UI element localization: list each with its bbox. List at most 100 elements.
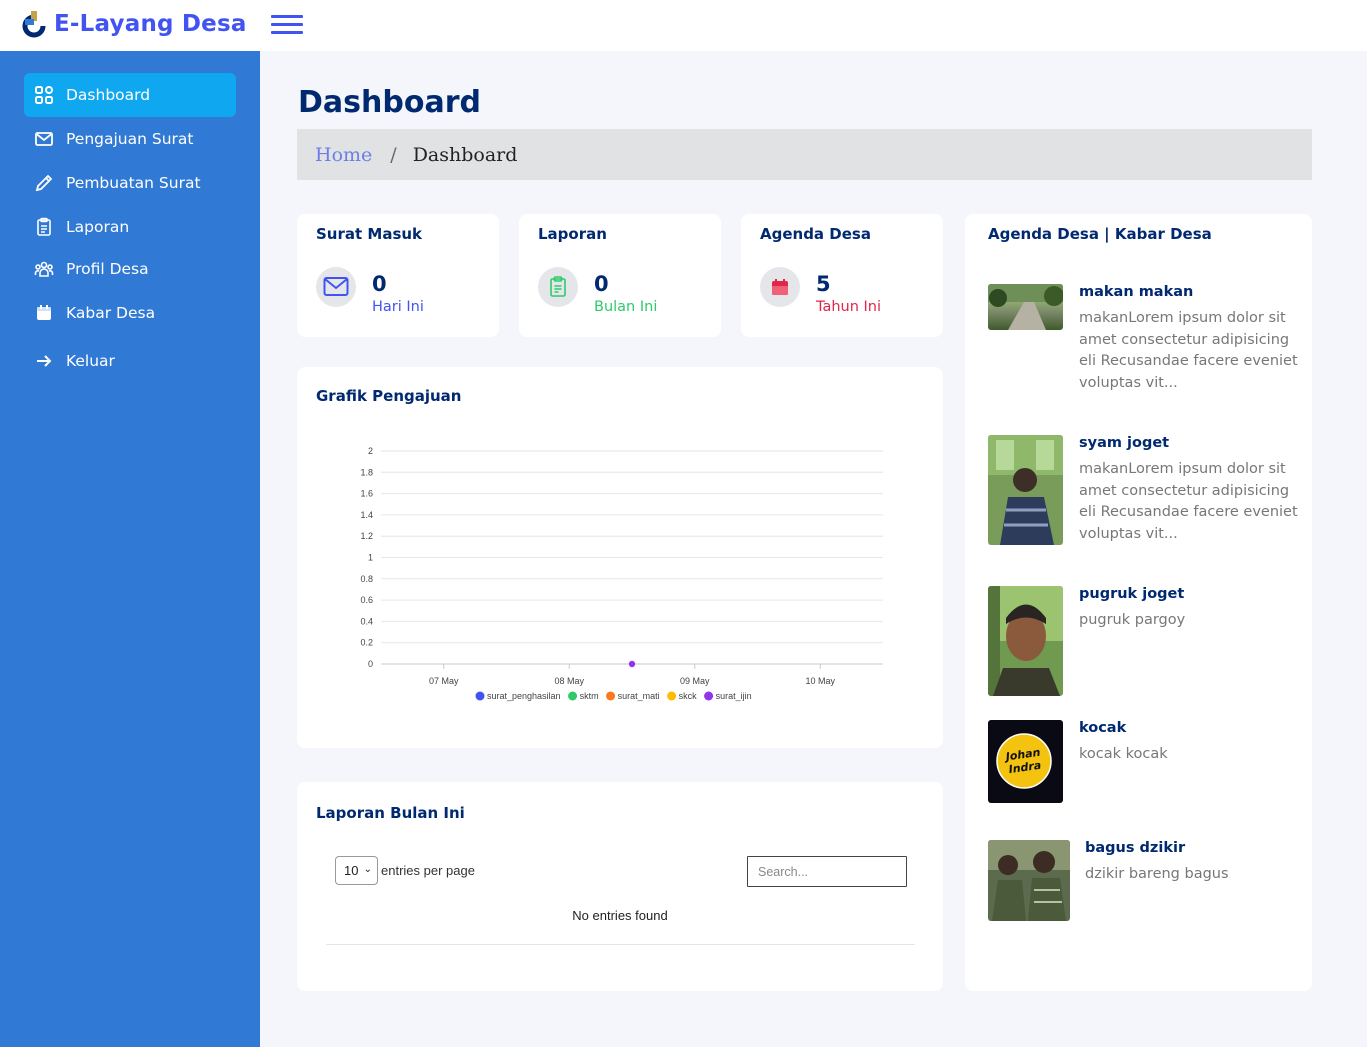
card-title: Agenda Desa | Kabar Desa (988, 225, 1212, 243)
table-card: Laporan Bulan Ini 10 ⌄ entries per page … (297, 782, 943, 991)
sidebar-item-label: Dashboard (66, 86, 151, 104)
news-thumbnail (988, 586, 1063, 696)
y-tick-label: 0.8 (360, 574, 373, 584)
legend-marker-surat_mati (606, 691, 616, 701)
grid-icon (34, 85, 54, 105)
breadcrumb-current: Dashboard (412, 143, 518, 166)
sidebar-item-kabar-desa[interactable]: Kabar Desa (24, 291, 236, 335)
y-tick-label: 1.6 (360, 489, 373, 499)
news-description: kocak kocak (1079, 746, 1168, 762)
arrow-right-icon (34, 351, 54, 371)
stat-card-surat-masuk: Surat Masuk 0 Hari Ini (297, 214, 499, 337)
legend-marker-skck (667, 691, 677, 701)
news-description: dzikir bareng bagus (1085, 866, 1229, 882)
data-point-surat_ijin (628, 660, 636, 668)
news-title: syam joget (1079, 435, 1170, 451)
y-tick-label: 2 (368, 446, 373, 456)
sidebar-item-label: Laporan (66, 218, 130, 236)
legend-label: skck (679, 691, 698, 701)
news-card: Agenda Desa | Kabar Desa makan makan mak… (965, 214, 1312, 991)
news-thumbnail: Johan Indra (988, 720, 1063, 803)
empty-table-message: No entries found (572, 908, 668, 923)
app-title: E-Layang Desa (54, 11, 247, 37)
news-title: bagus dzikir (1085, 840, 1186, 856)
y-tick-label: 0.2 (360, 638, 373, 648)
top-header: E-Layang Desa (0, 0, 1367, 51)
y-tick-label: 1.2 (360, 531, 373, 541)
legend-label: surat_mati (618, 691, 660, 701)
x-tick-label: 10 May (805, 676, 835, 686)
sidebar-item-label: Pembuatan Surat (66, 174, 201, 192)
news-description: makanLorem ipsum dolor sit amet consecte… (1079, 310, 1298, 391)
envelope-icon (34, 129, 54, 149)
table-search-input[interactable] (747, 856, 907, 887)
envelope-icon (316, 267, 356, 307)
news-title: kocak (1079, 720, 1127, 736)
table-divider (326, 944, 915, 945)
chevron-down-icon: ⌄ (363, 864, 372, 875)
breadcrumb-separator: / (390, 143, 397, 166)
y-tick-label: 0.6 (360, 595, 373, 605)
card-title: Surat Masuk (316, 225, 423, 243)
y-tick-label: 0.4 (360, 616, 373, 626)
sidebar-item-keluar[interactable]: Keluar (24, 339, 236, 383)
clipboard-icon (34, 217, 54, 237)
sidebar-item-label: Profil Desa (66, 260, 149, 278)
stat-caption: Tahun Ini (816, 299, 882, 315)
breadcrumb: Home / Dashboard (297, 129, 1312, 180)
people-icon (34, 259, 54, 279)
sidebar-item-label: Keluar (66, 352, 115, 370)
stat-card-agenda-desa: Agenda Desa 5 Tahun Ini (741, 214, 943, 337)
legend-label: surat_ijin (716, 691, 752, 701)
news-thumbnail (988, 840, 1070, 921)
y-tick-label: 1.8 (360, 467, 373, 477)
news-thumbnail (988, 435, 1063, 545)
card-title: Laporan (538, 225, 607, 243)
submission-chart: 0 0.2 0.4 0.6 0.8 1 1.2 1.4 1.6 1.8 2 07 May 08 May 0… (360, 446, 883, 701)
chart-card: Grafik Pengajuan 0 0.2 0.4 0.6 0.8 1 1.2 1.4 1.6… (297, 367, 943, 748)
logo-icon (22, 9, 46, 39)
pencil-icon (34, 173, 54, 193)
breadcrumb-home-link[interactable]: Home (315, 144, 372, 166)
news-thumbnail (988, 284, 1063, 330)
news-description: makanLorem ipsum dolor sit amet consecte… (1079, 461, 1298, 542)
x-tick-label: 09 May (680, 676, 710, 686)
page-size-value: 10 (344, 863, 359, 878)
clipboard-icon (538, 267, 578, 307)
news-title: makan makan (1079, 284, 1194, 300)
page-title: Dashboard (298, 85, 481, 120)
y-tick-label: 0 (368, 659, 373, 669)
news-description: pugruk pargoy (1079, 612, 1186, 628)
legend-marker-sktm (568, 691, 578, 701)
menu-toggle-icon[interactable] (271, 15, 303, 35)
news-title: pugruk joget (1079, 586, 1185, 602)
stat-value: 0 (594, 272, 609, 296)
legend-label: surat_penghasilan (487, 691, 561, 701)
x-tick-label: 08 May (554, 676, 584, 686)
sidebar-item-label: Kabar Desa (66, 304, 156, 322)
sidebar-item-pembuatan-surat[interactable]: Pembuatan Surat (24, 161, 236, 205)
entries-per-page-label: entries per page (381, 863, 475, 878)
stat-caption: Hari Ini (372, 299, 424, 315)
x-tick-label: 07 May (429, 676, 459, 686)
card-title: Laporan Bulan Ini (316, 804, 465, 822)
stat-caption: Bulan Ini (594, 299, 658, 315)
card-title: Agenda Desa (760, 225, 871, 243)
legend-label: sktm (580, 691, 599, 701)
sidebar-item-label: Pengajuan Surat (66, 130, 194, 148)
calendar-icon (760, 267, 800, 307)
y-tick-label: 1.4 (360, 510, 373, 520)
page-size-select[interactable]: 10 ⌄ (335, 856, 378, 885)
sidebar-item-laporan[interactable]: Laporan (24, 205, 236, 249)
y-tick-label: 1 (368, 553, 373, 563)
sidebar-item-profil-desa[interactable]: Profil Desa (24, 247, 236, 291)
legend-marker-surat_penghasilan (475, 691, 485, 701)
app-logo[interactable]: E-Layang Desa (22, 9, 247, 39)
calendar-icon (34, 303, 54, 323)
sidebar: Dashboard Pengajuan Surat Pembuatan Sura… (0, 51, 260, 1047)
stat-value: 5 (816, 272, 831, 296)
sidebar-item-pengajuan-surat[interactable]: Pengajuan Surat (24, 117, 236, 161)
sidebar-item-dashboard[interactable]: Dashboard (24, 73, 236, 117)
stat-card-laporan: Laporan 0 Bulan Ini (519, 214, 721, 337)
legend-marker-surat_ijin (704, 691, 714, 701)
